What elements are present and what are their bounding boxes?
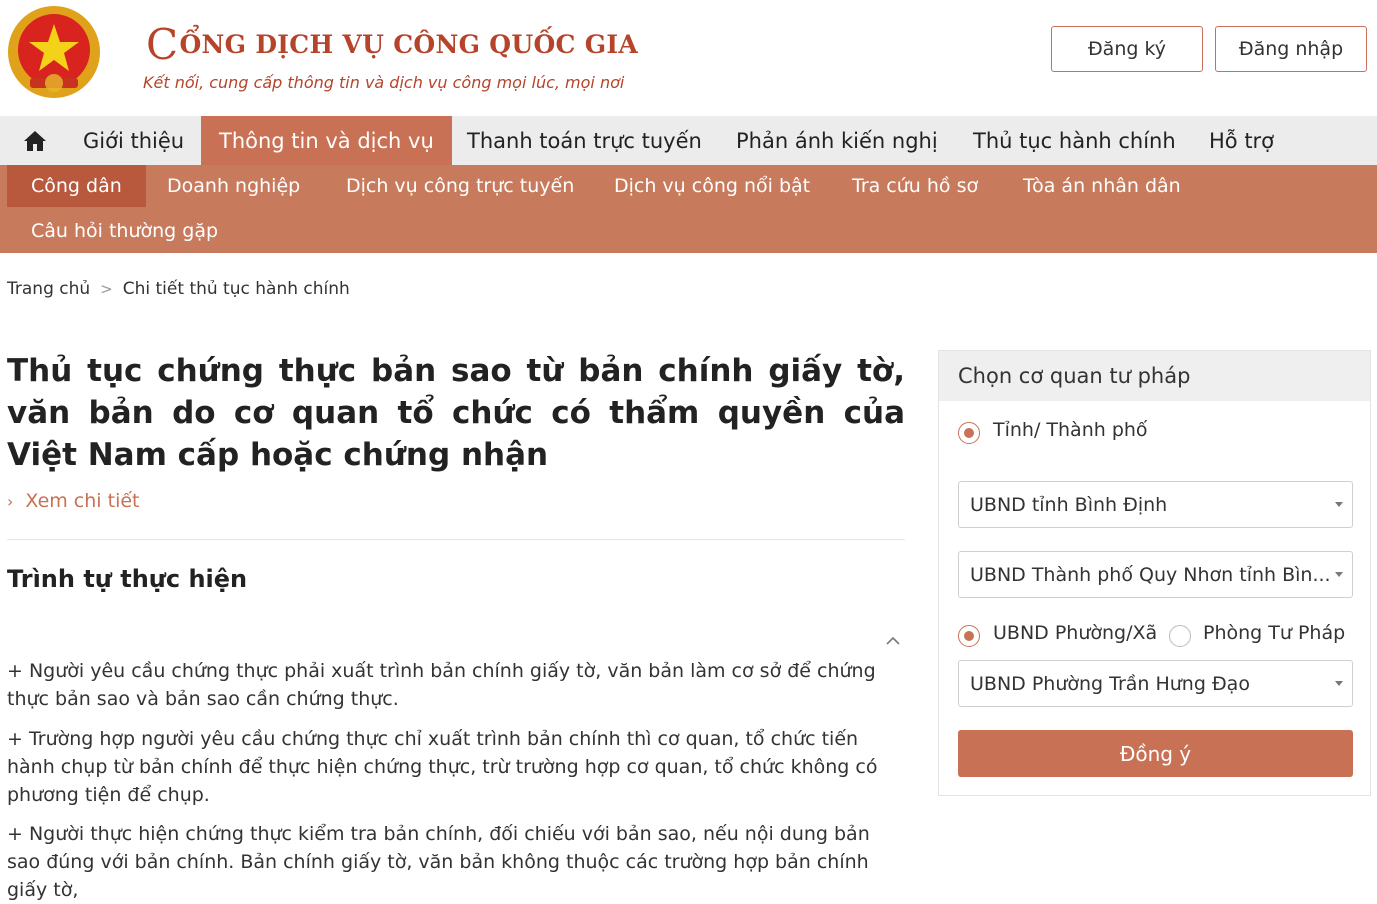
- subnav-item-dvc-truc-tuyen[interactable]: Dịch vụ công trực tuyến: [346, 165, 574, 207]
- site-tagline: Kết nối, cung cấp thông tin và dịch vụ c…: [143, 73, 625, 92]
- main-nav: Giới thiệu Thông tin và dịch vụ Thanh to…: [0, 116, 1377, 165]
- site-title-initial: C: [146, 20, 179, 69]
- breadcrumb: Trang chủ > Chi tiết thủ tục hành chính: [7, 279, 350, 299]
- justice-office-panel: Chọn cơ quan tư pháp Tỉnh/ Thành phố UBN…: [938, 350, 1371, 796]
- district-select-value: UBND Thành phố Quy Nhơn tỉnh Bìn...: [970, 563, 1331, 586]
- subnav-item-cong-dan[interactable]: Công dân: [7, 165, 146, 207]
- divider: [7, 539, 905, 540]
- nav-item-thanh-toan[interactable]: Thanh toán trực tuyến: [467, 116, 702, 165]
- radio-province[interactable]: [958, 422, 980, 444]
- radio-justice-dept[interactable]: [1169, 625, 1191, 647]
- site-title-text: ỔNG DỊCH VỤ CÔNG QUỐC GIA: [179, 30, 639, 59]
- chevron-up-icon[interactable]: [884, 632, 902, 650]
- radio-province-label[interactable]: Tỉnh/ Thành phố: [993, 419, 1148, 441]
- nav-item-ho-tro[interactable]: Hỗ trợ: [1209, 116, 1274, 165]
- caret-down-icon: [1335, 681, 1343, 686]
- view-details-label: Xem chi tiết: [25, 490, 140, 512]
- subnav-item-toa-an[interactable]: Tòa án nhân dân: [1023, 165, 1181, 207]
- procedure-step-paragraph: + Người thực hiện chứng thực kiểm tra bả…: [7, 823, 870, 901]
- ward-select-value: UBND Phường Trần Hưng Đạo: [970, 672, 1250, 695]
- agree-button[interactable]: Đồng ý: [958, 730, 1353, 777]
- panel-heading: Chọn cơ quan tư pháp: [939, 351, 1370, 401]
- subnav-item-dvc-noi-bat[interactable]: Dịch vụ công nổi bật: [614, 165, 810, 207]
- subnav-item-doanh-nghiep[interactable]: Doanh nghiệp: [167, 165, 300, 207]
- site-title[interactable]: CỔNG DỊCH VỤ CÔNG QUỐC GIA: [146, 14, 639, 69]
- site-header: CỔNG DỊCH VỤ CÔNG QUỐC GIA Kết nối, cung…: [0, 0, 1377, 116]
- radio-ward-label[interactable]: UBND Phường/Xã: [993, 622, 1157, 644]
- home-icon[interactable]: [22, 128, 48, 154]
- nav-item-thong-tin-dich-vu[interactable]: Thông tin và dịch vụ: [201, 116, 452, 165]
- nav-item-phan-anh[interactable]: Phản ánh kiến nghị: [736, 116, 938, 165]
- page-title: Thủ tục chứng thực bản sao từ bản chính …: [7, 353, 905, 473]
- procedure-step-paragraph: + Người yêu cầu chứng thực phải xuất trì…: [7, 660, 876, 710]
- radio-ward[interactable]: [958, 625, 980, 647]
- breadcrumb-separator: >: [100, 280, 113, 298]
- subnav-item-tra-cuu[interactable]: Tra cứu hồ sơ: [852, 165, 978, 207]
- view-details-link[interactable]: › Xem chi tiết: [7, 490, 139, 512]
- breadcrumb-current: Chi tiết thủ tục hành chính: [122, 279, 350, 299]
- register-button[interactable]: Đăng ký: [1051, 26, 1203, 72]
- chevron-right-icon: ›: [7, 492, 14, 511]
- caret-down-icon: [1335, 502, 1343, 507]
- login-button[interactable]: Đăng nhập: [1215, 26, 1367, 72]
- radio-justice-dept-label[interactable]: Phòng Tư Pháp: [1203, 622, 1345, 644]
- breadcrumb-home-link[interactable]: Trang chủ: [7, 279, 90, 299]
- national-emblem-icon[interactable]: [6, 4, 102, 100]
- province-select-value: UBND tỉnh Bình Định: [970, 493, 1168, 516]
- nav-item-thu-tuc[interactable]: Thủ tục hành chính: [973, 116, 1176, 165]
- caret-down-icon: [1335, 572, 1343, 577]
- nav-item-gioi-thieu[interactable]: Giới thiệu: [83, 116, 184, 165]
- section-title: Trình tự thực hiện: [7, 565, 248, 593]
- procedure-step-paragraph: + Trường hợp người yêu cầu chứng thực ch…: [7, 728, 878, 806]
- district-select[interactable]: UBND Thành phố Quy Nhơn tỉnh Bìn...: [958, 551, 1353, 598]
- subnav-item-cau-hoi[interactable]: Câu hỏi thường gặp: [31, 210, 218, 252]
- ward-select[interactable]: UBND Phường Trần Hưng Đạo: [958, 660, 1353, 707]
- sub-nav: Công dân Doanh nghiệp Dịch vụ công trực …: [0, 165, 1377, 253]
- province-select[interactable]: UBND tỉnh Bình Định: [958, 481, 1353, 528]
